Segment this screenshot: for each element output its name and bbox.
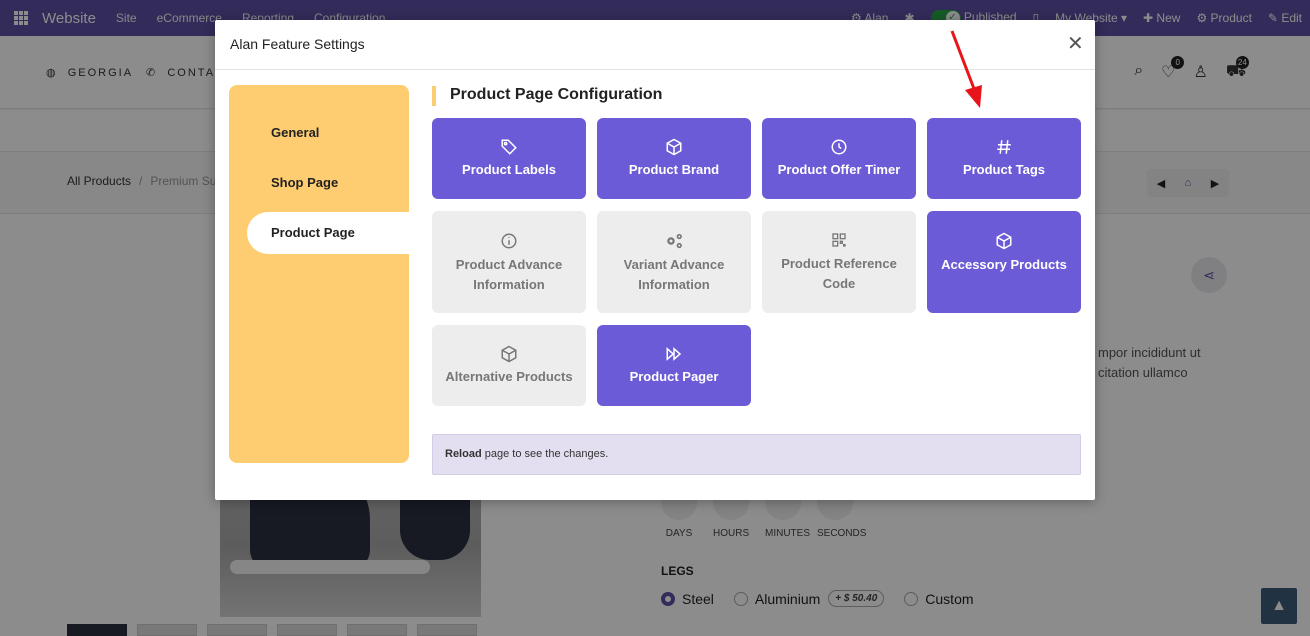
qrcode-icon (832, 233, 846, 247)
section-title: Product Page Configuration (432, 86, 662, 106)
tile-label: Product Tags (962, 162, 1046, 177)
tile-label: Product Brand (628, 162, 720, 177)
tile-product-reference-code[interactable]: Product Reference Code (762, 211, 916, 313)
tile-alternative-products[interactable]: Alternative Products (432, 325, 586, 406)
cube-icon (666, 138, 682, 156)
tile-label: Product Labels (462, 162, 556, 177)
tile-label: Alternative Products (445, 369, 573, 384)
tile-product-advance-information[interactable]: Product Advance Information (432, 211, 586, 313)
tile-label: Product Advance Information (455, 257, 563, 292)
tile-label: Product Offer Timer (777, 162, 901, 177)
tile-label: Product Pager (629, 369, 719, 384)
tile-product-brand[interactable]: Product Brand (597, 118, 751, 199)
tile-product-tags[interactable]: Product Tags (927, 118, 1081, 199)
fast-forward-icon (666, 347, 682, 361)
tile-label: Product Reference Code (781, 256, 897, 291)
clock-icon (831, 139, 847, 155)
close-icon[interactable]: ✕ (1067, 34, 1084, 54)
tile-label: Accessory Products (941, 257, 1067, 272)
info-icon (501, 233, 517, 249)
tile-label: Variant Advance Information (623, 257, 725, 292)
cube-icon (996, 232, 1012, 250)
sidebar-item-product-page[interactable]: Product Page (247, 212, 409, 254)
sidebar-item-general[interactable]: General (247, 112, 409, 154)
tile-product-offer-timer[interactable]: Product Offer Timer (762, 118, 916, 199)
tile-variant-advance-information[interactable]: Variant Advance Information (597, 211, 751, 313)
sidebar-item-shop-page[interactable]: Shop Page (247, 162, 409, 204)
reload-link[interactable]: Reload (445, 448, 482, 460)
gears-icon (667, 233, 682, 249)
settings-sidebar: General Shop Page Product Page (229, 85, 409, 463)
tile-product-labels[interactable]: Product Labels (432, 118, 586, 199)
annotation-arrow (950, 30, 982, 108)
hash-icon (997, 140, 1011, 154)
tile-product-pager[interactable]: Product Pager (597, 325, 751, 406)
dialog-title: Alan Feature Settings (230, 36, 365, 52)
tile-accessory-products[interactable]: Accessory Products (927, 211, 1081, 313)
tag-icon (501, 139, 517, 155)
reload-notice: Reload page to see the changes. (432, 434, 1081, 475)
reload-notice-text: page to see the changes. (481, 448, 609, 460)
cube-icon (501, 345, 517, 363)
